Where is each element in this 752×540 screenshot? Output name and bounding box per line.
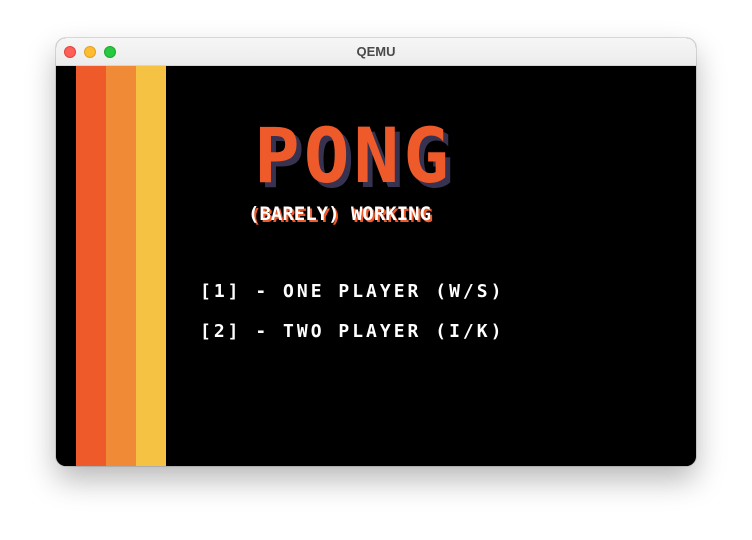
decorative-stripe-yellow bbox=[136, 66, 166, 466]
title-bar[interactable]: QEMU bbox=[56, 38, 696, 66]
menu-option-two-player[interactable]: [2] - TWO PLAYER (I/K) bbox=[200, 320, 504, 344]
game-screen[interactable]: PONG (BARELY) WORKING [1] - ONE PLAYER (… bbox=[56, 66, 696, 466]
menu-option-one-player[interactable]: [1] - ONE PLAYER (W/S) bbox=[200, 280, 504, 304]
decorative-stripe-orange bbox=[106, 66, 136, 466]
window-title: QEMU bbox=[356, 44, 396, 59]
qemu-window: QEMU PONG (BARELY) WORKING [1] - ONE PLA… bbox=[56, 38, 696, 466]
game-title-logo: PONG bbox=[254, 111, 454, 200]
game-subtitle: (BARELY) WORKING bbox=[248, 203, 432, 225]
decorative-stripe-red bbox=[76, 66, 106, 466]
